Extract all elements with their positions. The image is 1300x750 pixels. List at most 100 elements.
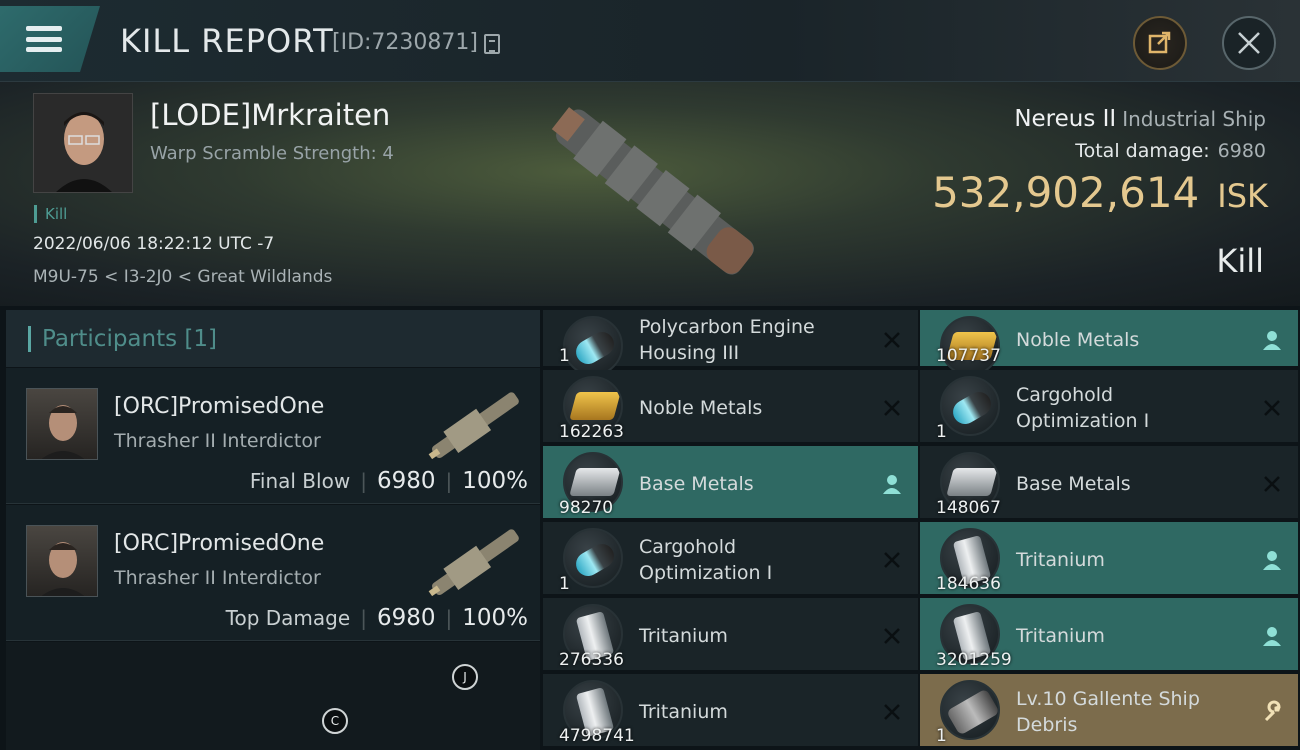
item-quantity: 1	[936, 726, 947, 746]
share-icon	[1148, 31, 1171, 54]
destroyed-x-icon	[884, 400, 900, 416]
participant-ship: Thrasher II Interdictor	[114, 430, 321, 452]
item-name: Noble Metals	[639, 395, 762, 421]
kill-location[interactable]: M9U-75 < I3-2J0 < Great Wildlands	[33, 267, 332, 287]
participant-percent: 100%	[462, 605, 528, 631]
item-quantity: 1	[559, 574, 570, 594]
module-icon	[563, 316, 623, 376]
item-icon-shape	[569, 468, 621, 496]
item-name-line1: Tritanium	[1016, 625, 1105, 647]
participant-damage: 6980	[376, 468, 436, 494]
destroyed-x-icon	[884, 552, 900, 568]
item-quantity: 162263	[559, 422, 624, 442]
total-damage-value: 6980	[1217, 140, 1266, 162]
participants-title: Participants [1]	[42, 326, 217, 352]
item-name: Tritanium	[639, 699, 728, 725]
item-name: Tritanium	[1016, 623, 1105, 649]
item-row[interactable]: 1 Cargohold Optimization I	[920, 370, 1298, 446]
item-quantity: 148067	[936, 498, 1001, 518]
item-quantity: 98270	[559, 498, 614, 518]
item-quantity: 1	[559, 346, 570, 366]
item-name: Lv.10 Gallente Ship Debris	[1016, 686, 1200, 738]
participant-stats: Final Blow | 6980 | 100%	[249, 468, 528, 494]
hamburger-menu-icon	[26, 26, 62, 52]
victim-ship[interactable]: Nereus II Industrial Ship	[1014, 106, 1266, 132]
item-name: Cargohold Optimization I	[1016, 382, 1149, 434]
item-icon-shape	[571, 327, 619, 369]
item-row[interactable]: 162263 Noble Metals	[543, 370, 918, 446]
participant-card[interactable]: [ORC]PromisedOne Thrasher II Interdictor…	[6, 368, 540, 504]
isk-unit: ISK	[1217, 177, 1268, 215]
item-row[interactable]: 4798741 Tritanium	[543, 674, 918, 750]
victim-avatar	[34, 94, 132, 192]
dropped-person-icon	[1263, 627, 1281, 646]
item-row[interactable]: 184636 Tritanium	[920, 522, 1298, 598]
participant-card[interactable]: [ORC]PromisedOne Thrasher II Interdictor…	[6, 505, 540, 641]
item-icon-shape	[571, 539, 619, 581]
close-icon	[1238, 32, 1260, 54]
item-row[interactable]: 148067 Base Metals	[920, 446, 1298, 522]
dropped-person-icon	[1263, 551, 1281, 570]
item-name-line2: Optimization I	[1016, 410, 1150, 432]
victim-name[interactable]: [LODE]Mrkraiten	[150, 98, 390, 132]
item-row[interactable]: 1 Cargohold Optimization I	[543, 522, 918, 598]
item-name-line1: Tritanium	[639, 701, 728, 723]
item-row[interactable]: 1 Polycarbon Engine Housing III	[543, 310, 918, 376]
item-icon-shape	[948, 387, 996, 429]
item-name-line1: Noble Metals	[639, 397, 763, 419]
participant-damage: 6980	[376, 605, 436, 631]
kill-datetime: 2022/06/06 18:22:12 UTC -7	[33, 234, 275, 254]
item-name: Polycarbon Engine Housing III	[639, 314, 815, 366]
participant-avatar	[26, 388, 98, 460]
item-quantity: 1	[936, 422, 947, 442]
item-row[interactable]: 276336 Tritanium	[543, 598, 918, 674]
participants-empty-area	[6, 642, 540, 750]
item-quantity: 107737	[936, 346, 1001, 366]
isk-amount: 532,902,614	[932, 168, 1200, 217]
item-row[interactable]: 98270 Base Metals	[543, 446, 918, 522]
participants-header: Participants [1]	[6, 310, 540, 367]
item-name: Base Metals	[1016, 471, 1131, 497]
victim-ship-image	[551, 107, 754, 275]
dropped-person-icon	[1263, 331, 1281, 350]
dropped-person-icon	[883, 475, 901, 494]
participant-label: Top Damage	[225, 606, 351, 630]
victim-portrait[interactable]	[33, 93, 133, 193]
ship-name: Nereus II	[1014, 106, 1117, 132]
warp-scramble-strength: Warp Scramble Strength: 4	[150, 143, 394, 164]
marker-c[interactable]: C	[322, 708, 348, 734]
item-icon-shape	[569, 392, 621, 420]
item-name: Base Metals	[639, 471, 754, 497]
marker-j[interactable]: J	[452, 664, 478, 690]
item-row[interactable]: 3201259 Tritanium	[920, 598, 1298, 674]
item-row[interactable]: 1 Lv.10 Gallente Ship Debris	[920, 674, 1298, 750]
item-icon-shape	[946, 688, 998, 736]
participant-ship-image	[428, 529, 519, 597]
item-name-line1: Noble Metals	[1016, 329, 1140, 351]
item-name-line2: Housing III	[639, 342, 740, 364]
item-name-line1: Cargohold	[639, 536, 737, 558]
item-name-line1: Tritanium	[639, 625, 728, 647]
participant-ship: Thrasher II Interdictor	[114, 567, 321, 589]
close-button[interactable]	[1222, 16, 1276, 70]
participant-percent: 100%	[462, 468, 528, 494]
total-damage: Total damage: 6980	[1075, 140, 1266, 162]
copy-icon[interactable]	[484, 34, 500, 54]
module-icon	[940, 376, 1000, 436]
page-title: KILL REPORT	[120, 22, 334, 60]
participant-stats: Top Damage | 6980 | 100%	[225, 605, 528, 631]
item-name: Noble Metals	[1016, 327, 1139, 353]
destroyed-x-icon	[884, 628, 900, 644]
destroyed-x-icon	[884, 332, 900, 348]
participant-name: [ORC]PromisedOne	[114, 531, 325, 556]
item-name-line1: Polycarbon Engine	[639, 316, 815, 338]
share-button[interactable]	[1133, 16, 1187, 70]
menu-button[interactable]	[0, 6, 100, 72]
item-row[interactable]: 107737 Noble Metals	[920, 310, 1298, 376]
participant-label: Final Blow	[249, 469, 351, 493]
header-bar: KILL REPORT [ID:7230871]	[0, 0, 1300, 82]
item-name-line1: Tritanium	[1016, 549, 1105, 571]
item-quantity: 4798741	[559, 726, 635, 746]
item-name-line1: Base Metals	[1016, 473, 1131, 495]
module-icon	[563, 528, 623, 588]
